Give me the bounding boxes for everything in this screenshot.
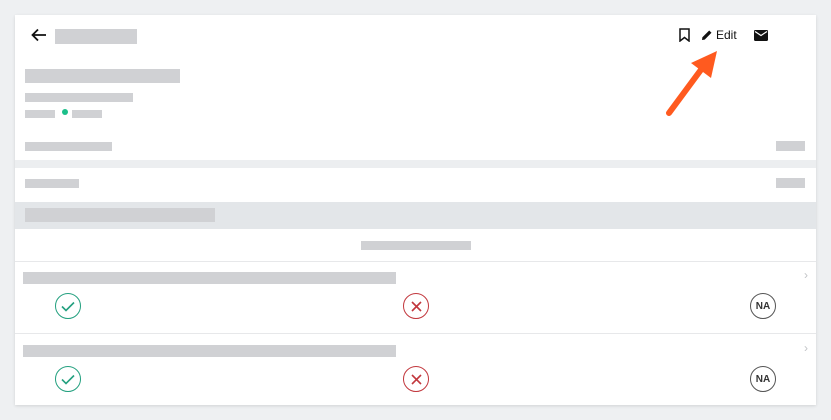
section-value-placeholder [776, 178, 805, 188]
check-icon [61, 301, 75, 312]
chevron-right-icon: › [804, 268, 808, 282]
section-header-placeholder [25, 208, 215, 222]
na-label: NA [755, 373, 771, 385]
x-icon [410, 373, 422, 385]
meta-placeholder-left [25, 110, 55, 118]
edit-button[interactable]: Edit [701, 25, 737, 45]
email-button[interactable] [752, 26, 770, 44]
chevron-right-icon: › [804, 341, 808, 355]
na-button[interactable]: NA [750, 293, 776, 319]
pencil-icon [702, 30, 712, 40]
fail-button[interactable] [403, 293, 429, 319]
inspection-card: Edit › NA › NA [15, 15, 816, 405]
envelope-icon [754, 29, 768, 41]
header-title-placeholder [55, 29, 137, 44]
na-label: NA [755, 300, 771, 312]
na-button[interactable]: NA [750, 366, 776, 392]
pass-button[interactable] [55, 366, 81, 392]
bookmark-button[interactable] [675, 25, 693, 45]
checklist-item-placeholder [23, 272, 396, 284]
section-divider [15, 160, 816, 168]
check-icon [61, 374, 75, 385]
fail-button[interactable] [403, 366, 429, 392]
meta-placeholder-right [72, 110, 102, 118]
arrow-left-icon [31, 28, 46, 42]
bookmark-icon [678, 28, 690, 42]
back-button[interactable] [29, 25, 49, 45]
annotation-arrow-icon [666, 51, 717, 116]
pass-button[interactable] [55, 293, 81, 319]
section-label-placeholder [25, 179, 79, 188]
x-icon [410, 300, 422, 312]
status-dot [62, 109, 68, 115]
info-value-placeholder [776, 141, 805, 151]
column-header-placeholder [361, 241, 471, 250]
edit-label: Edit [716, 28, 737, 42]
subtitle-placeholder [25, 93, 133, 102]
checklist-item-placeholder [23, 345, 396, 357]
item-title-placeholder [25, 69, 180, 83]
info-label-placeholder [25, 142, 112, 151]
